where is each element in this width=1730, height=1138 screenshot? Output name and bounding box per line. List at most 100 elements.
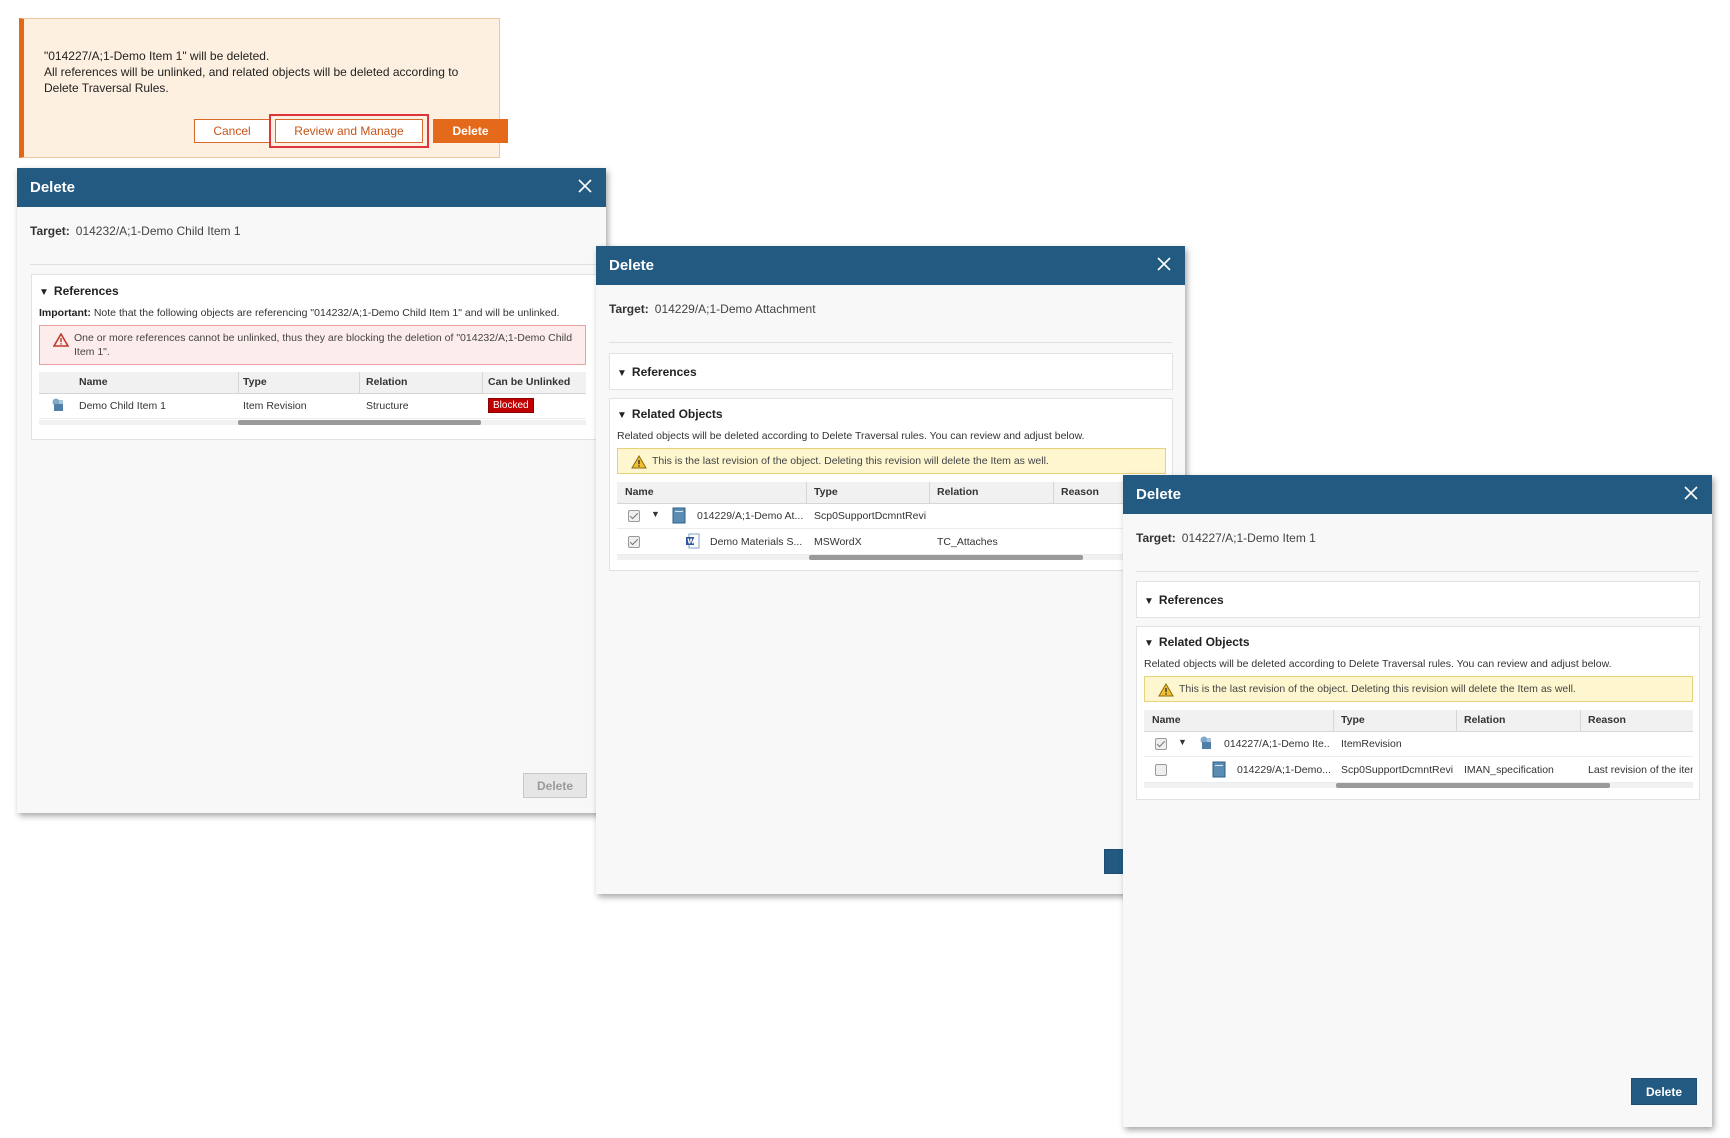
column-divider (359, 372, 360, 393)
target-label: Target: (1136, 531, 1176, 545)
collapse-triangle-icon: ▼ (39, 287, 49, 298)
related-objects-section: ▼ Related Objects Related objects will be… (609, 398, 1174, 571)
item-revision-icon (52, 398, 63, 411)
table-row[interactable]: ▼ 014227/A;1-Demo Ite... ItemRevision (1144, 732, 1693, 757)
dialog-title: Delete (30, 179, 76, 196)
related-objects-label: Related Objects (631, 407, 723, 421)
references-header[interactable]: ▼ References (39, 284, 119, 298)
error-icon (53, 333, 69, 347)
scrollbar-thumb[interactable] (809, 555, 1083, 560)
row-type: Item Revision (243, 400, 307, 412)
collapse-triangle-icon: ▼ (617, 368, 627, 379)
expand-caret-icon[interactable]: ▼ (651, 509, 660, 519)
row-type: Scp0SupportDcmntRevi... (1341, 764, 1453, 776)
table-row[interactable]: Demo Child Item 1 Item Revision Structur… (39, 394, 586, 419)
error-line-1: One or more references cannot be unlinke… (74, 332, 573, 344)
dialog-title: Delete (609, 257, 655, 274)
column-header-name[interactable]: Name (1152, 714, 1181, 726)
references-header[interactable]: ▼ References (1144, 593, 1224, 607)
warning-banner: This is the last revision of the object.… (617, 448, 1166, 474)
row-checkbox[interactable] (1155, 738, 1167, 750)
column-header-type[interactable]: Type (1341, 714, 1365, 726)
column-header-can-be-unlinked[interactable]: Can be Unlinked (488, 376, 570, 388)
warning-icon (1158, 683, 1174, 697)
close-icon[interactable] (1155, 255, 1173, 273)
target-value: 014232/A;1-Demo Child Item 1 (75, 224, 241, 238)
scrollbar-thumb[interactable] (238, 420, 481, 425)
horizontal-scrollbar[interactable] (617, 555, 1174, 560)
delete-button[interactable]: Delete (433, 119, 508, 143)
column-header-reason[interactable]: Reason (1588, 714, 1626, 726)
row-relation: Structure (366, 400, 409, 412)
row-checkbox[interactable] (628, 510, 640, 522)
related-objects-text: Related objects will be deleted accordin… (617, 430, 1085, 442)
related-objects-header[interactable]: ▼ Related Objects (1144, 635, 1250, 649)
expand-caret-icon[interactable]: ▼ (1178, 737, 1187, 747)
row-checkbox[interactable] (1155, 764, 1167, 776)
divider (1136, 571, 1699, 572)
table-row[interactable]: 014229/A;1-Demo... Scp0SupportDcmntRevi.… (1144, 758, 1693, 783)
column-header-type[interactable]: Type (243, 376, 267, 388)
table-header: Name Type Relation Reason (1144, 710, 1693, 732)
target-row: Target: 014229/A;1-Demo Attachment (609, 302, 816, 316)
horizontal-scrollbar[interactable] (39, 420, 586, 425)
close-icon[interactable] (576, 177, 594, 195)
item-revision-icon (1200, 736, 1211, 749)
related-objects-section: ▼ Related Objects Related objects will be… (1136, 626, 1700, 800)
column-header-relation[interactable]: Relation (366, 376, 407, 388)
row-name: Demo Child Item 1 (79, 400, 166, 412)
dialog-title: Delete (1136, 486, 1182, 503)
references-label: References (53, 284, 119, 298)
horizontal-scrollbar[interactable] (1144, 783, 1693, 788)
column-header-relation[interactable]: Relation (937, 486, 978, 498)
column-divider (1053, 482, 1054, 503)
notification-message: "014227/A;1-Demo Item 1" will be deleted… (44, 48, 484, 96)
word-doc-icon: W (686, 533, 700, 549)
close-icon[interactable] (1682, 484, 1700, 502)
error-line-2: Item 1". (74, 346, 110, 358)
important-note: Important: Note that the following objec… (39, 307, 559, 319)
references-section: ▼ References (1136, 581, 1700, 618)
target-value: 014227/A;1-Demo Item 1 (1181, 531, 1316, 545)
references-label: References (631, 365, 697, 379)
table-row[interactable]: ▼ 014229/A;1-Demo At... Scp0SupportDcmnt… (617, 504, 1174, 529)
document-icon (672, 507, 686, 524)
row-relation: IMAN_specification (1464, 764, 1554, 776)
warning-icon (631, 455, 647, 469)
column-header-relation[interactable]: Relation (1464, 714, 1505, 726)
related-objects-table: Name Type Relation Reason ▼ 014229/A;1-D… (617, 482, 1174, 564)
related-objects-header[interactable]: ▼ Related Objects (617, 407, 723, 421)
table-row[interactable]: W Demo Materials S... MSWordX TC_Attache… (617, 530, 1174, 555)
cancel-button[interactable]: Cancel (194, 119, 270, 143)
delete-button[interactable]: Delete (1631, 1078, 1697, 1105)
column-header-name[interactable]: Name (79, 376, 108, 388)
delete-button-disabled[interactable]: Delete (523, 773, 587, 798)
row-relation: TC_Attaches (937, 536, 998, 548)
svg-text:W: W (687, 538, 695, 546)
dialog-header: Delete (17, 168, 606, 207)
divider (609, 342, 1172, 343)
important-label: Important: (39, 307, 91, 319)
row-name: 014227/A;1-Demo Ite... (1224, 738, 1330, 750)
column-header-name[interactable]: Name (625, 486, 654, 498)
column-divider (238, 372, 239, 393)
important-text: Note that the following objects are refe… (93, 307, 560, 319)
column-header-type[interactable]: Type (814, 486, 838, 498)
column-header-reason[interactable]: Reason (1061, 486, 1099, 498)
column-divider (1580, 710, 1581, 731)
document-icon (1212, 761, 1226, 778)
references-header[interactable]: ▼ References (617, 365, 697, 379)
error-banner: One or more references cannot be unlinke… (39, 325, 586, 365)
collapse-triangle-icon: ▼ (617, 410, 627, 421)
scrollbar-thumb[interactable] (1336, 783, 1610, 788)
error-text: One or more references cannot be unlinke… (74, 331, 572, 359)
notification-line-3: Delete Traversal Rules. (44, 81, 169, 95)
column-divider (929, 482, 930, 503)
target-row: Target: 014227/A;1-Demo Item 1 (1136, 531, 1316, 545)
review-and-manage-button[interactable]: Review and Manage (275, 119, 423, 143)
column-divider (1456, 710, 1457, 731)
divider (30, 264, 597, 265)
blocked-status-badge: Blocked (488, 398, 534, 413)
row-checkbox[interactable] (628, 536, 640, 548)
warning-text: This is the last revision of the object.… (1179, 683, 1576, 695)
